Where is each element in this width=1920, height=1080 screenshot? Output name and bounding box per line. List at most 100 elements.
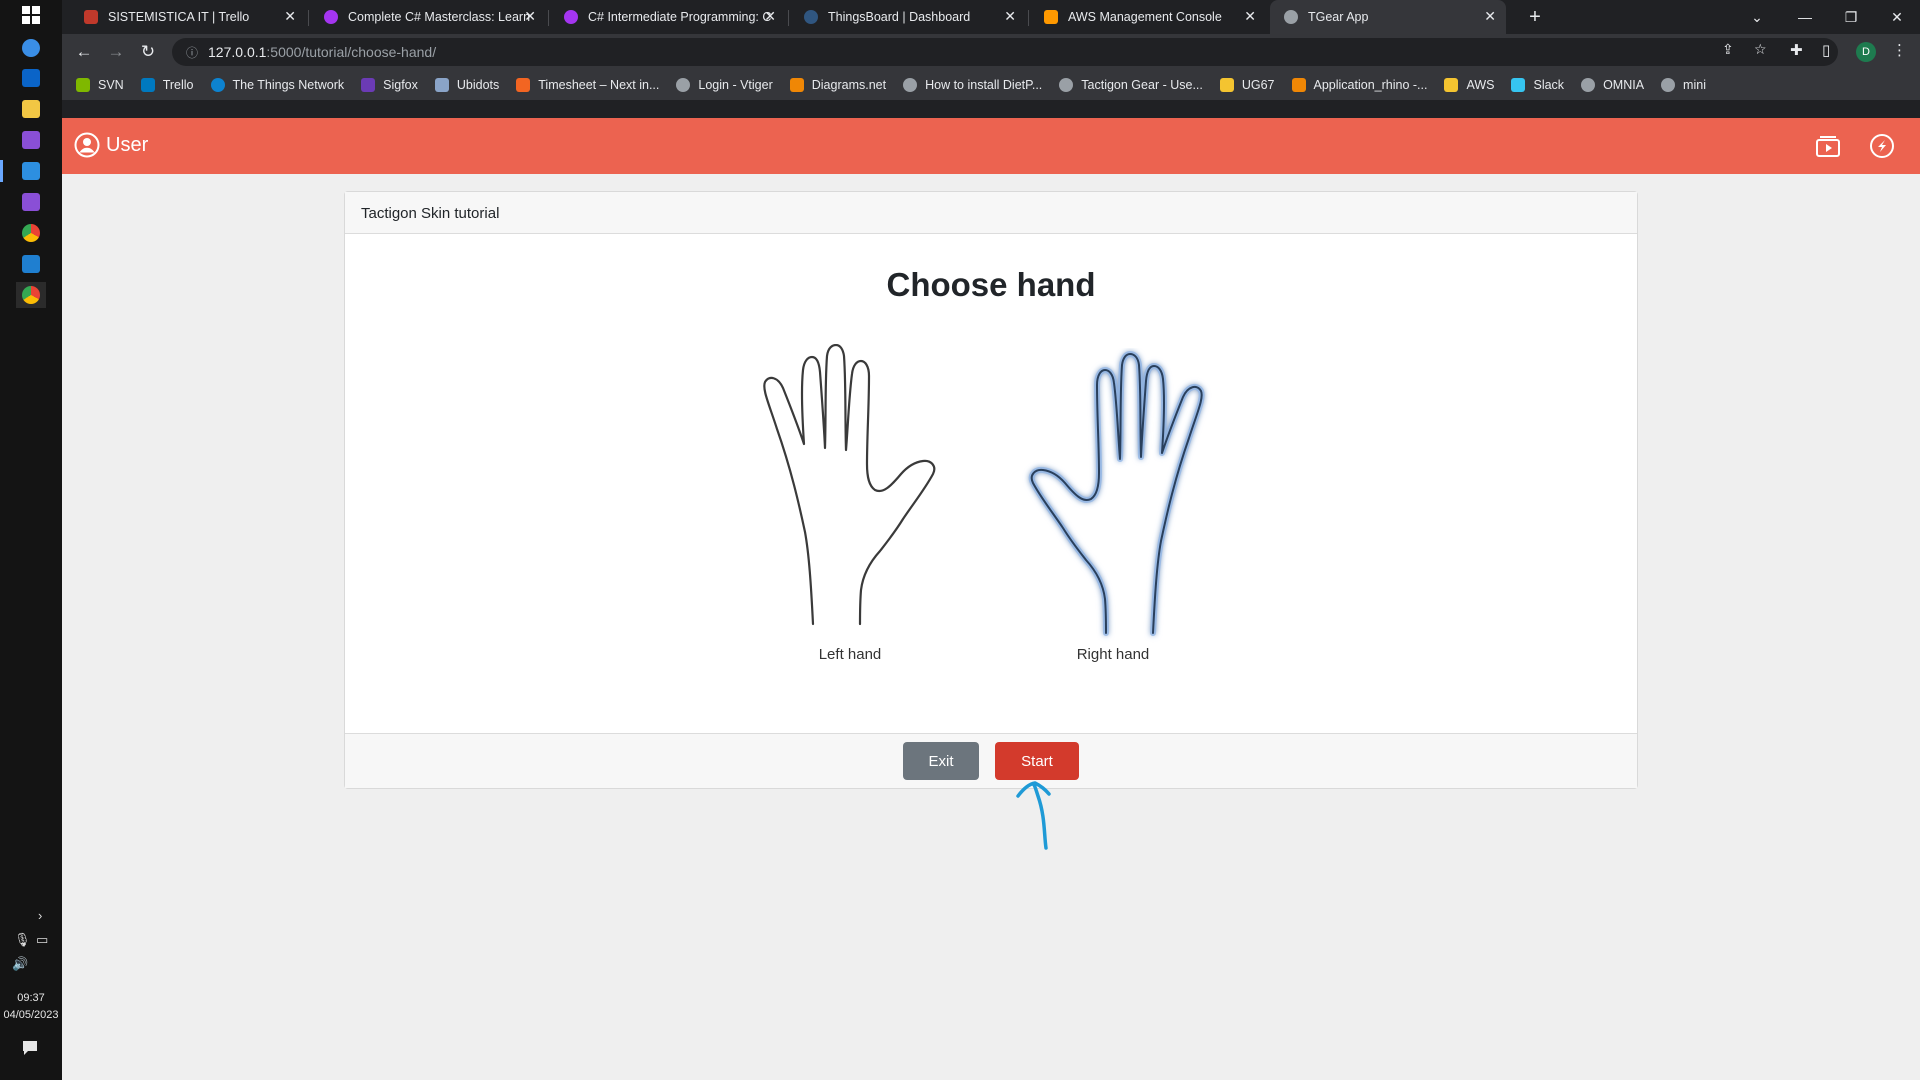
tab-trello[interactable]: SISTEMISTICA IT | Trello ✕ (70, 0, 306, 34)
close-icon[interactable]: ✕ (524, 8, 536, 25)
bookmark-tactigon-gear[interactable]: Tactigon Gear - Use... (1059, 78, 1203, 92)
globe-icon (903, 78, 918, 92)
bookmark-timesheet[interactable]: Timesheet – Next in... (516, 78, 659, 92)
close-icon[interactable]: ✕ (1244, 8, 1256, 25)
globe-icon (676, 78, 691, 92)
close-icon[interactable]: ✕ (284, 8, 296, 25)
tab-aws-console[interactable]: AWS Management Console ✕ (1030, 0, 1266, 34)
windows-start-icon[interactable] (16, 2, 46, 28)
windows-taskbar: › 🎙 ▭ 🔊 09:37 04/05/2023 (0, 0, 62, 1080)
clock-time[interactable]: 09:37 (0, 990, 62, 1007)
left-hand-label[interactable]: Left hand (770, 646, 930, 663)
window-close-icon[interactable]: ✕ (1874, 0, 1920, 34)
new-tab-button[interactable]: + (1512, 0, 1558, 34)
bookmark-things-network[interactable]: The Things Network (210, 78, 344, 92)
bookmark-label: Diagrams.net (811, 78, 887, 92)
volume-icon[interactable]: 🔊 (12, 956, 28, 972)
bookmark-slack[interactable]: Slack (1511, 78, 1564, 92)
visual-studio-2-icon[interactable] (16, 189, 46, 215)
bookmark-dietpi[interactable]: How to install DietP... (903, 78, 1042, 92)
bookmark-application-rhino[interactable]: Application_rhino -... (1291, 78, 1427, 92)
diagrams-icon (1291, 78, 1306, 92)
slack-icon (1511, 78, 1526, 92)
tab-csharp-masterclass[interactable]: Complete C# Masterclass: Learn ✕ (310, 0, 546, 34)
globe-icon (1661, 78, 1676, 92)
url-host: 127.0.0.1 (208, 44, 267, 60)
bookmark-label: Timesheet – Next in... (538, 78, 660, 92)
tab-title: TGear App (1308, 10, 1369, 24)
diagrams-icon (789, 78, 804, 92)
close-icon[interactable]: ✕ (764, 8, 776, 25)
tab-tgear-app[interactable]: TGear App ✕ (1270, 0, 1506, 34)
video-tutorial-icon[interactable] (1814, 132, 1842, 160)
microphone-icon[interactable]: 🎙 (14, 932, 31, 948)
close-icon[interactable]: ✕ (1484, 8, 1496, 25)
bookmark-star-icon[interactable]: ☆ (1754, 41, 1767, 58)
bookmark-label: How to install DietP... (925, 78, 1043, 92)
bookmark-aws[interactable]: AWS (1444, 78, 1494, 92)
start-button[interactable]: Start (995, 742, 1079, 780)
profile-avatar[interactable]: D (1856, 42, 1876, 62)
extensions-icon[interactable]: ✚ (1790, 41, 1803, 59)
bookmark-omnia[interactable]: OMNIA (1581, 78, 1644, 92)
right-hand-label[interactable]: Right hand (1033, 646, 1193, 663)
bookmark-trello[interactable]: Trello (140, 78, 194, 92)
aws-favicon-icon (1044, 10, 1058, 24)
tab-title: C# Intermediate Programming: C (588, 10, 772, 24)
page-title: Choose hand (886, 266, 1096, 303)
network-icon[interactable]: ▭ (36, 932, 48, 948)
vscode-icon[interactable] (16, 158, 46, 184)
outlook-icon[interactable] (16, 65, 46, 91)
right-hand-option[interactable] (1013, 348, 1231, 648)
sigfox-icon (361, 78, 376, 92)
left-hand-option[interactable] (745, 344, 955, 634)
back-icon[interactable]: ← (72, 40, 96, 64)
udemy-favicon-icon (324, 10, 338, 24)
minimize-icon[interactable]: — (1782, 0, 1828, 34)
exit-button[interactable]: Exit (903, 742, 979, 780)
ide-icon[interactable] (16, 251, 46, 277)
chrome-active-icon[interactable] (16, 282, 46, 308)
bookmark-vtiger[interactable]: Login - Vtiger (676, 78, 773, 92)
tab-search-icon[interactable]: ⌄ (1734, 0, 1780, 34)
bookmark-label: Login - Vtiger (698, 78, 773, 92)
bookmark-ubidots[interactable]: Ubidots (434, 78, 499, 92)
trello-icon (140, 78, 155, 92)
folder-icon (1219, 78, 1234, 92)
bookmark-ug67[interactable]: UG67 (1219, 78, 1275, 92)
share-icon[interactable]: ⇪ (1722, 41, 1734, 58)
user-label: User (106, 133, 149, 156)
bookmark-mini[interactable]: mini (1661, 78, 1706, 92)
chrome-icon[interactable] (16, 220, 46, 246)
bookmark-sigfox[interactable]: Sigfox (361, 78, 418, 92)
chevron-right-icon[interactable]: › (38, 908, 42, 923)
card-header: Tactigon Skin tutorial (345, 192, 1637, 234)
notification-icon[interactable] (22, 1040, 38, 1059)
folder-icon (1444, 78, 1459, 92)
bookmark-svn[interactable]: SVN (76, 78, 124, 92)
side-panel-icon[interactable]: ▯ (1822, 41, 1830, 59)
bookmark-label: Slack (1533, 78, 1565, 92)
bookmark-label: Trello (162, 78, 194, 92)
udemy-favicon-icon (564, 10, 578, 24)
restore-icon[interactable]: ❐ (1828, 0, 1874, 34)
user-menu[interactable]: User (74, 132, 148, 158)
bookmark-diagrams[interactable]: Diagrams.net (789, 78, 887, 92)
tab-csharp-intermediate[interactable]: C# Intermediate Programming: C ✕ (550, 0, 786, 34)
search-app-icon[interactable] (16, 35, 46, 61)
tab-thingsboard[interactable]: ThingsBoard | Dashboard ✕ (790, 0, 1026, 34)
reload-icon[interactable]: ↻ (136, 40, 160, 64)
visual-studio-icon[interactable] (16, 127, 46, 153)
globe-icon (1059, 78, 1074, 92)
tab-title: AWS Management Console (1068, 10, 1222, 24)
forward-icon[interactable]: → (104, 40, 128, 64)
chrome-menu-icon[interactable]: ⋮ (1892, 41, 1907, 59)
clock-date[interactable]: 04/05/2023 (0, 1007, 62, 1024)
connection-status-icon[interactable] (1868, 132, 1896, 160)
address-bar[interactable]: ⓘ 127.0.0.1:5000/tutorial/choose-hand/ (172, 38, 1838, 66)
annotation-arrow-icon (1016, 781, 1051, 850)
site-info-icon[interactable]: ⓘ (186, 44, 198, 61)
close-icon[interactable]: ✕ (1004, 8, 1016, 25)
file-explorer-icon[interactable] (16, 96, 46, 122)
tab-title: Complete C# Masterclass: Learn (348, 10, 531, 24)
